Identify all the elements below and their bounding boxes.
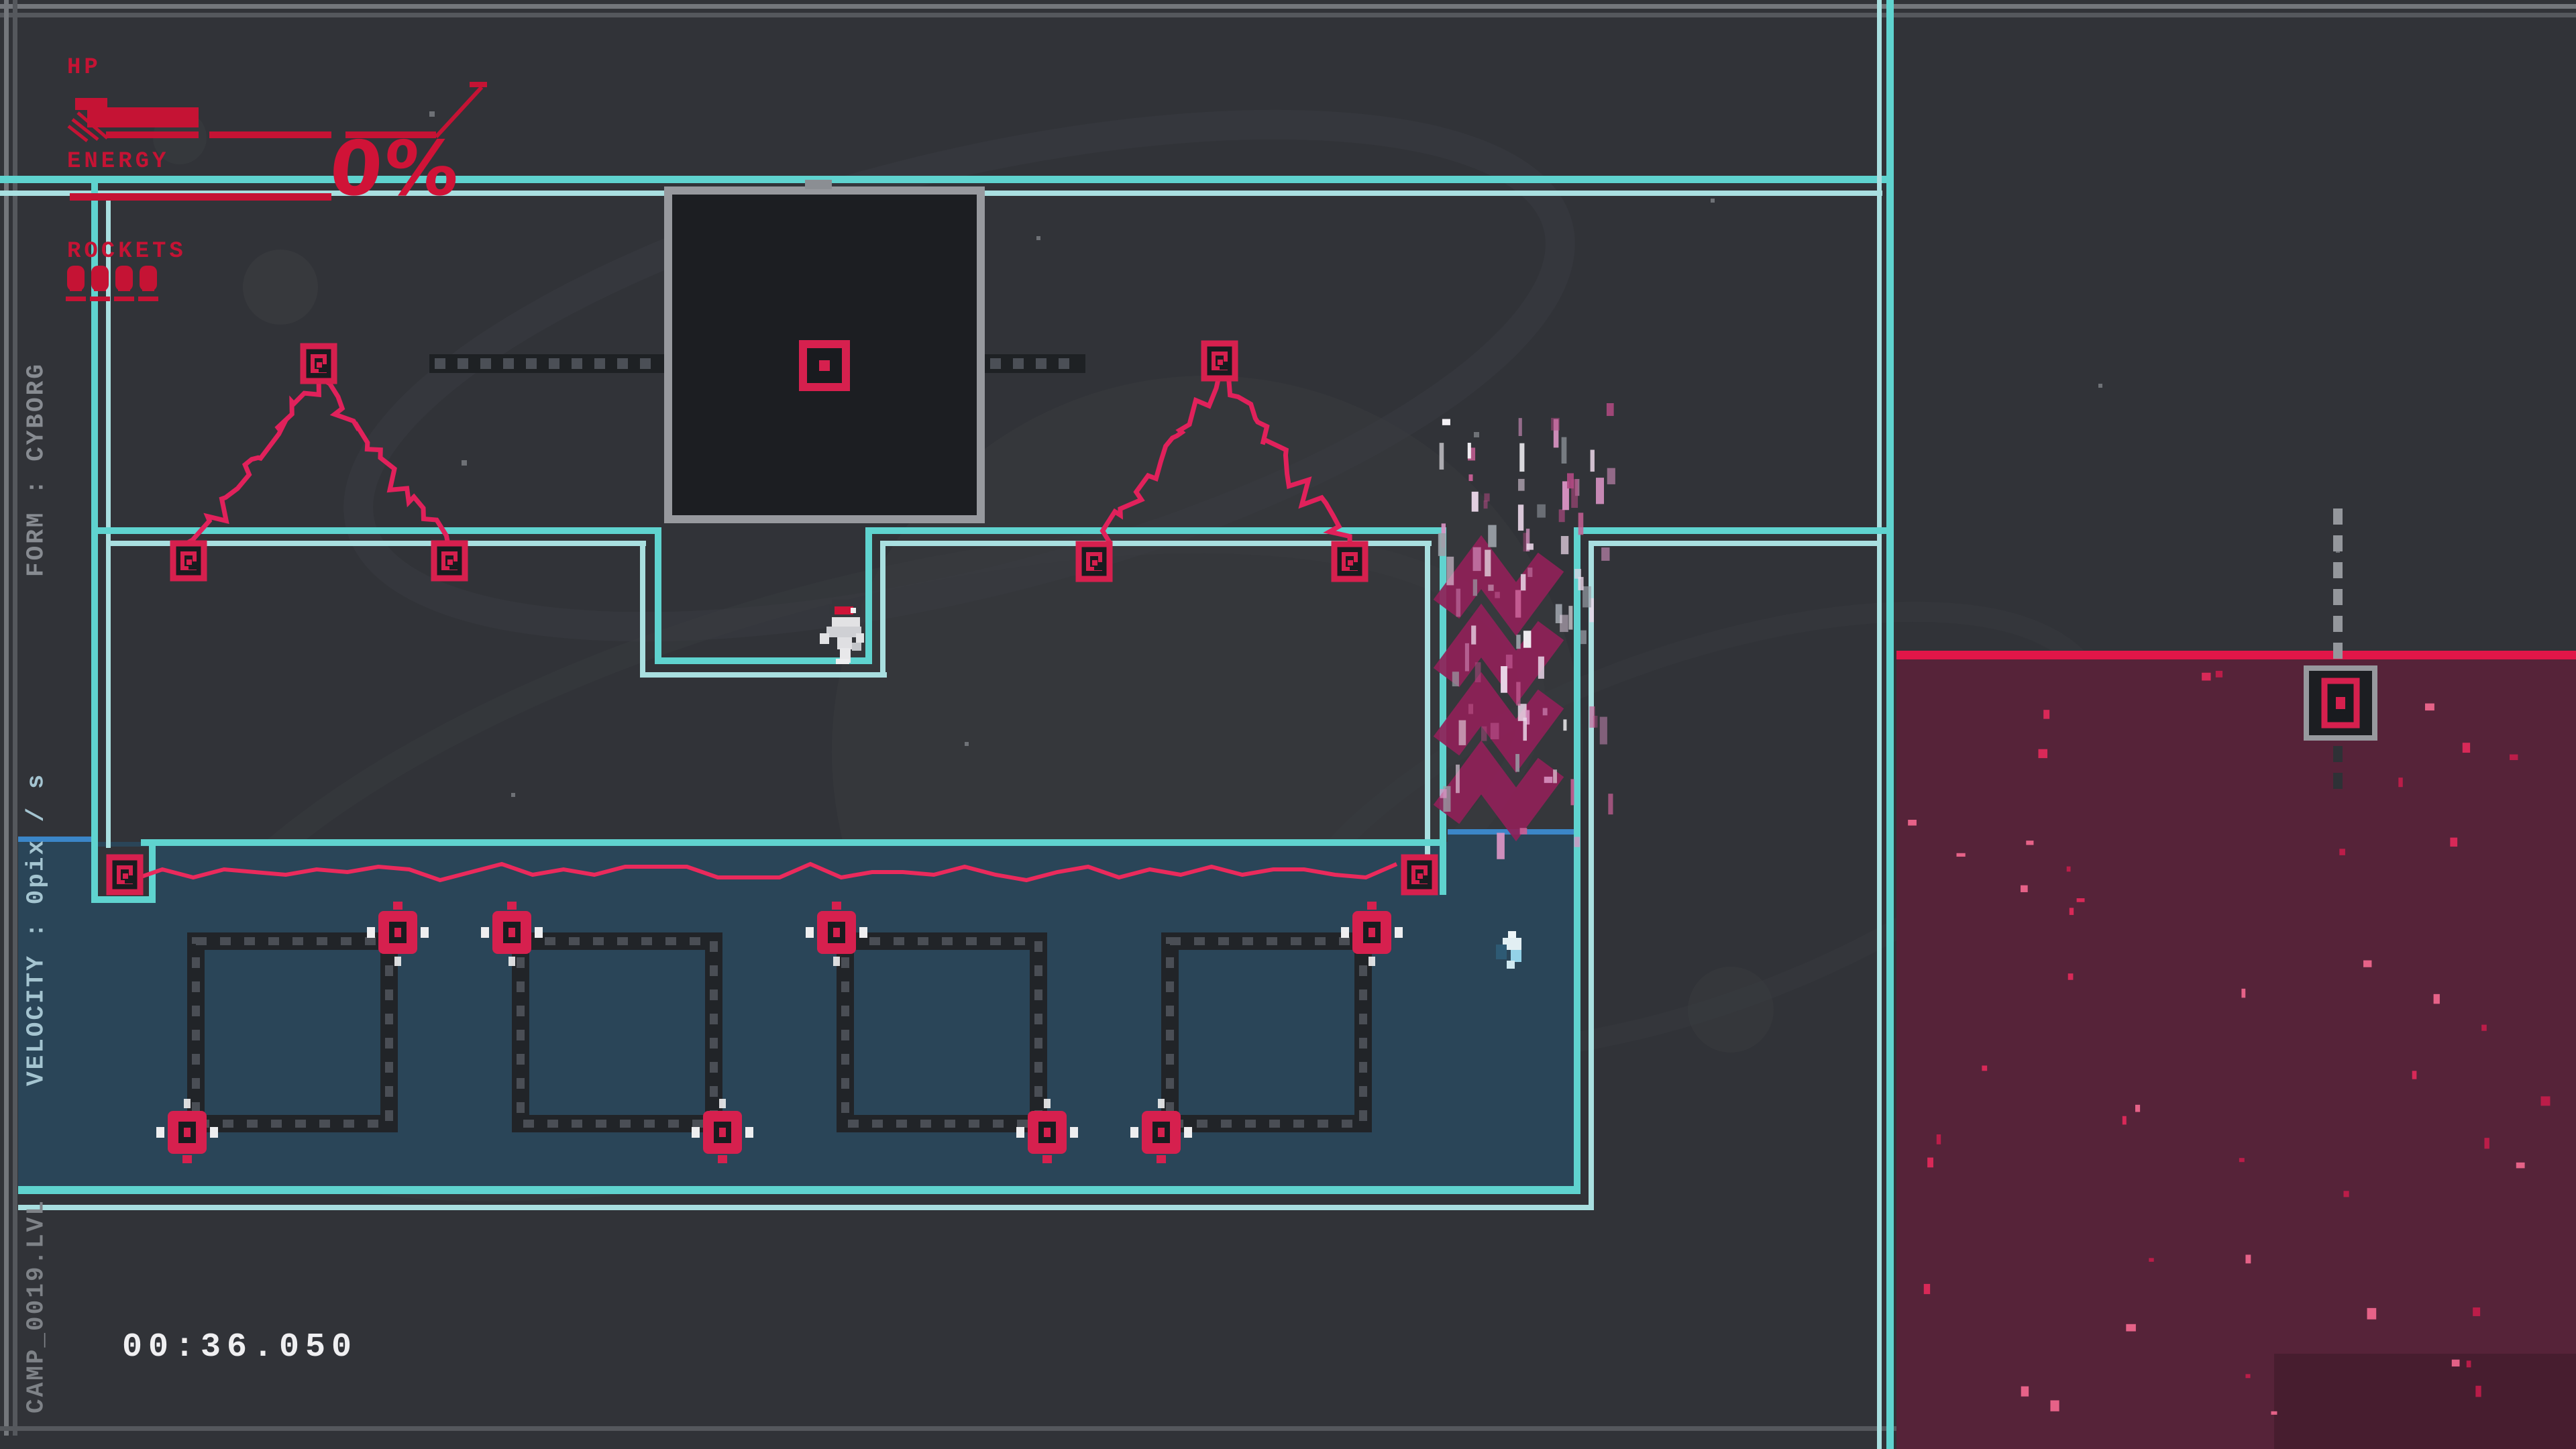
level-graphics (0, 0, 2576, 1449)
level-filename-label: CAMP_0019.LVL (19, 1182, 54, 1430)
rockets-label: ROCKETS (67, 239, 186, 264)
run-timer: 00:36.050 (122, 1328, 358, 1366)
red-hazard-zone (1896, 508, 2576, 1449)
energy-label: ENERGY (67, 149, 169, 174)
game-viewport[interactable]: HP ENERGY 0% ROCKETS FORM : CYBORG VELOC… (0, 0, 2576, 1449)
water-pool (18, 829, 1576, 1189)
velocity-indicator-label: VELOCITY : 0pix / s (19, 711, 54, 1147)
energy-percent-value: 0% (327, 131, 464, 207)
form-indicator-label: FORM : CYBORG (19, 295, 54, 644)
dark-box (664, 180, 985, 523)
hp-label: HP (67, 55, 101, 80)
